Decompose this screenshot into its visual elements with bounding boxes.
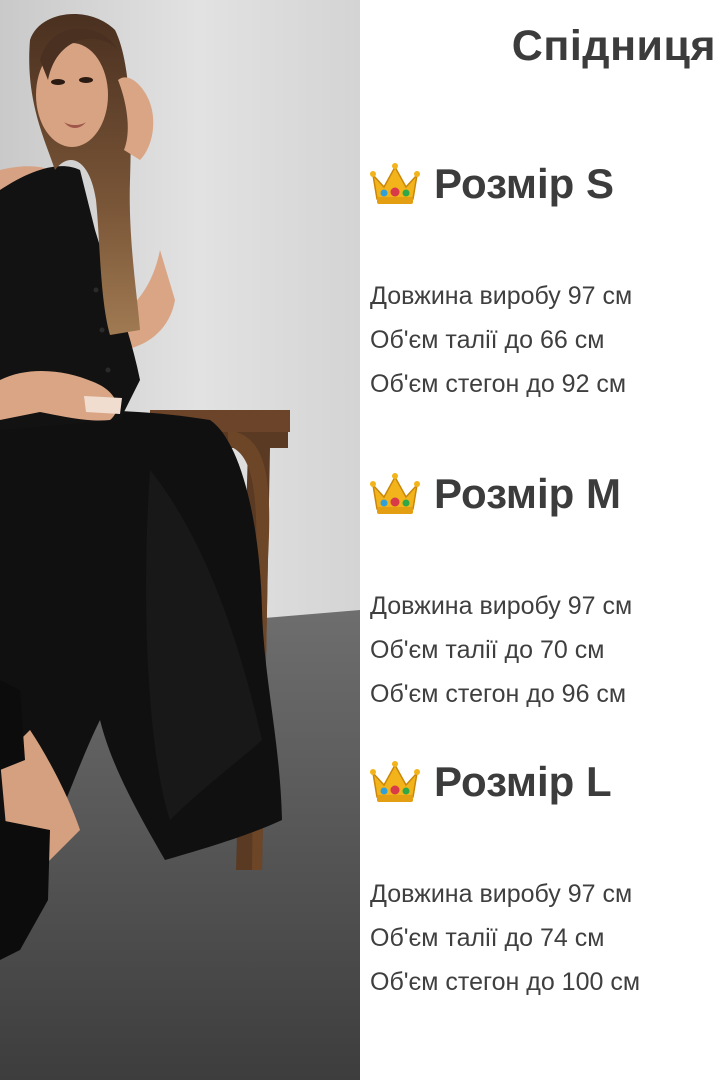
spec-hips: Об'єм стегон до 92 см (370, 370, 627, 398)
spec-length: Довжина виробу 97 см (370, 282, 633, 310)
spec-list: Довжина виробу 97 см Об'єм талії до 66 с… (370, 274, 720, 406)
size-label: Розмір M (434, 470, 621, 517)
spec-length: Довжина виробу 97 см (370, 592, 633, 620)
spec-hips: Об'єм стегон до 96 см (370, 680, 627, 708)
size-label: Розмір L (434, 758, 612, 805)
size-heading: Розмір L (370, 754, 720, 810)
size-heading: Розмір M (370, 466, 720, 522)
spec-waist: Об'єм талії до 74 см (370, 924, 605, 952)
spec-waist: Об'єм талії до 66 см (370, 326, 605, 354)
spec-length: Довжина виробу 97 см (370, 880, 633, 908)
size-block-m: Розмір M Довжина виробу 97 см Об'єм талі… (370, 466, 720, 716)
size-heading: Розмір S (370, 156, 720, 212)
spec-hips: Об'єм стегон до 100 см (370, 968, 641, 996)
size-chart-panel: Спідниця Розмір S Довжина виробу 97 см О… (360, 0, 720, 1080)
crown-icon (370, 473, 420, 514)
size-label: Розмір S (434, 160, 614, 207)
page-title: Спідниця (511, 22, 716, 70)
spec-list: Довжина виробу 97 см Об'єм талії до 70 с… (370, 584, 720, 716)
crown-icon (370, 163, 420, 204)
size-block-s: Розмір S Довжина виробу 97 см Об'єм талі… (370, 156, 720, 406)
size-block-l: Розмір L Довжина виробу 97 см Об'єм талі… (370, 754, 720, 1004)
product-photo (0, 0, 360, 1080)
spec-list: Довжина виробу 97 см Об'єм талії до 74 с… (370, 872, 720, 1004)
crown-icon (370, 761, 420, 802)
spec-waist: Об'єм талії до 70 см (370, 636, 605, 664)
